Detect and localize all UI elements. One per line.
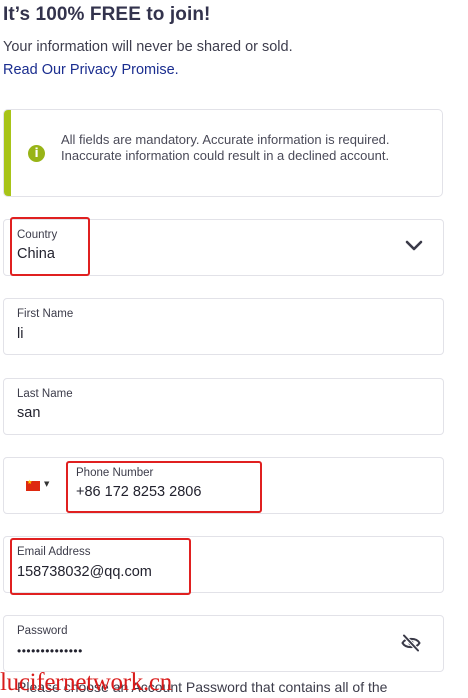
email-input[interactable]: 158738032@qq.com [17, 564, 152, 580]
phone-field[interactable]: ★ ▼ Phone Number +86 172 8253 2806 [3, 457, 444, 514]
last-name-label: Last Name [17, 388, 73, 400]
signup-page: It’s 100% FREE to join! Your information… [0, 0, 468, 698]
mandatory-fields-notice: i All fields are mandatory. Accurate inf… [3, 109, 443, 197]
watermark-text: lucifernetwork.cn [0, 669, 172, 696]
country-value: China [17, 246, 55, 262]
password-field[interactable]: Password •••••••••••••• [3, 615, 444, 672]
privacy-statement: Your information will never be shared or… [3, 39, 293, 55]
caret-down-icon: ▼ [44, 480, 50, 488]
eye-slash-icon[interactable] [401, 634, 421, 652]
last-name-field[interactable]: Last Name san [3, 378, 444, 435]
china-flag-icon: ★ [26, 479, 40, 491]
password-input[interactable]: •••••••••••••• [17, 644, 83, 658]
page-title: It’s 100% FREE to join! [3, 4, 211, 25]
notice-accent-bar [4, 110, 11, 196]
email-field[interactable]: Email Address 158738032@qq.com [3, 536, 444, 593]
privacy-promise-link[interactable]: Read Our Privacy Promise. [3, 62, 179, 78]
country-select[interactable]: Country China [3, 219, 444, 276]
country-label: Country [17, 229, 58, 241]
info-icon: i [28, 145, 45, 162]
country-code-selector[interactable]: ★ ▼ [4, 458, 66, 513]
first-name-label: First Name [17, 308, 74, 320]
first-name-field[interactable]: First Name li [3, 298, 444, 355]
email-label: Email Address [17, 546, 91, 558]
last-name-input[interactable]: san [17, 405, 40, 421]
phone-label: Phone Number [76, 467, 154, 479]
notice-text: All fields are mandatory. Accurate infor… [61, 132, 390, 163]
first-name-input[interactable]: li [17, 326, 23, 342]
chevron-down-icon[interactable] [405, 240, 423, 252]
password-label: Password [17, 625, 68, 637]
phone-input[interactable]: +86 172 8253 2806 [76, 484, 201, 500]
